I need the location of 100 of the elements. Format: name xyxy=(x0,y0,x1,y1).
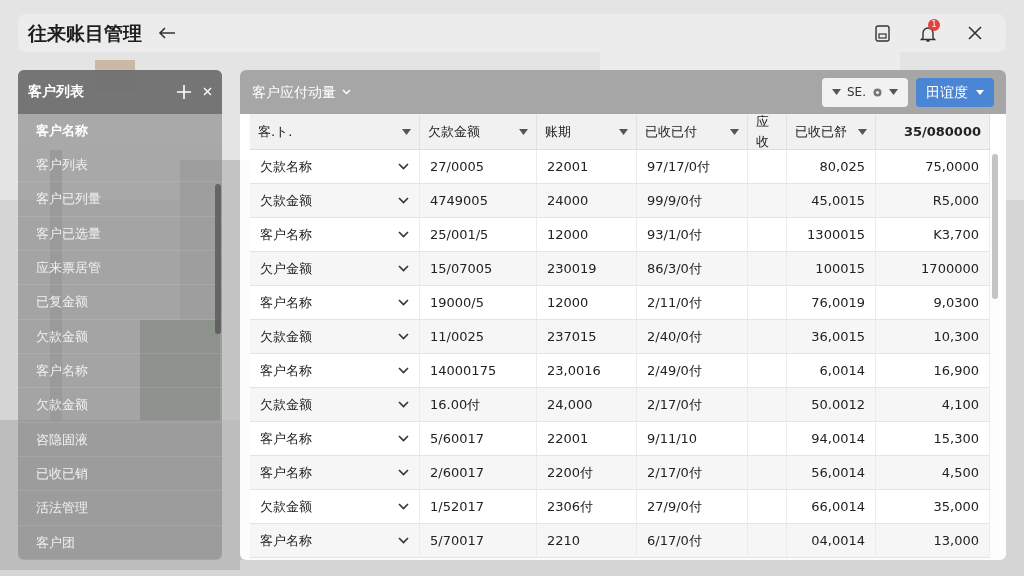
window-title: 往来账目管理 xyxy=(28,20,142,46)
chevron-icon[interactable] xyxy=(398,333,409,340)
sort-caret-icon xyxy=(730,128,739,135)
table-cell-text: 36,0015 xyxy=(811,327,865,346)
table-cell-text: 100015 xyxy=(815,259,865,278)
sort-caret-icon xyxy=(519,128,528,135)
table-cell-text: 14000175 xyxy=(430,361,497,380)
sidebar-item[interactable]: 咨隐固液 xyxy=(18,422,222,458)
table-cell-text: 客户名称 xyxy=(260,463,312,482)
chevron-icon[interactable] xyxy=(398,435,409,442)
chevron-icon[interactable] xyxy=(398,537,409,544)
sidebar-item[interactable]: 欠款金额 xyxy=(18,388,222,423)
table-cell-text: 5/60017 xyxy=(430,429,484,448)
table-cell-text: 50.0012 xyxy=(811,395,865,414)
table-cell-text: 23,0016 xyxy=(547,361,601,380)
table-cell-text: 76,0019 xyxy=(811,293,865,312)
chevron-icon[interactable] xyxy=(398,401,409,408)
back-arrow-icon[interactable] xyxy=(158,27,176,39)
table-cell-text: 2/17/0付 xyxy=(647,463,702,482)
chevron-icon[interactable] xyxy=(398,265,409,272)
chevron-icon[interactable] xyxy=(398,163,409,170)
table-cell-text: 1/52017 xyxy=(430,497,484,516)
table-cell-text: 15,300 xyxy=(933,429,979,448)
table-cell-text: R5,000 xyxy=(932,191,979,210)
table-cell-text: 10,300 xyxy=(933,327,979,346)
table-cell-text: 2210 xyxy=(547,531,581,550)
table-cell-text: 11/0025 xyxy=(430,327,484,346)
chevron-icon[interactable] xyxy=(398,197,409,204)
filter-dropdown[interactable]: SE. xyxy=(822,77,908,107)
sidebar-item[interactable]: 客户列表 xyxy=(18,148,222,183)
table-cell-text: 4,100 xyxy=(941,395,979,414)
chevron-icon[interactable] xyxy=(398,299,409,306)
column-header[interactable]: 已收已付 xyxy=(637,114,748,149)
chevron-icon[interactable] xyxy=(398,503,409,510)
table-cell-text: 2/17/0付 xyxy=(647,395,702,414)
column-header[interactable]: 账期 xyxy=(537,114,637,149)
caret-icon xyxy=(832,89,841,95)
table-cell-text: 15/07005 xyxy=(430,259,493,278)
table-cell-text: 客户名称 xyxy=(260,361,312,380)
sidebar-item[interactable]: 客户团 xyxy=(18,525,222,560)
table-cell-text: 94,0014 xyxy=(811,429,865,448)
table-cell-text: 客户名称 xyxy=(260,531,312,550)
close-icon[interactable] xyxy=(968,26,982,40)
table-cell-text: 6/17/0付 xyxy=(647,531,702,550)
bell-icon[interactable] xyxy=(920,25,936,43)
table-cell-text: 56,0014 xyxy=(811,463,865,482)
table-cell-text: 客户名称 xyxy=(260,429,312,448)
sidebar-item[interactable]: 客户名称 xyxy=(18,354,222,389)
table-cell-text: 22001 xyxy=(547,429,589,448)
caret-icon xyxy=(889,89,898,95)
sidebar-item[interactable]: 已收已销 xyxy=(18,457,222,492)
panel-title: 客户应付动量 xyxy=(252,82,336,102)
table-cell-text: 客户名称 xyxy=(260,225,312,244)
table-cell-text: 99/9/0付 xyxy=(647,191,702,210)
table-cell-text: 客户名称 xyxy=(260,293,312,312)
table-cell-text: 4749005 xyxy=(430,191,488,210)
table-cell-text: 4,500 xyxy=(941,463,979,482)
add-icon[interactable] xyxy=(177,84,191,99)
column-header[interactable]: 应收 xyxy=(748,114,787,149)
table-cell-text: 2306付 xyxy=(547,497,594,516)
table-cell-text: 45,0015 xyxy=(811,191,865,210)
sidebar-title: 客户列表 xyxy=(28,82,84,102)
table-cell-text: 欠款金额 xyxy=(260,327,312,346)
chevron-icon[interactable] xyxy=(398,469,409,476)
table-cell-text: K3,700 xyxy=(933,225,979,244)
table-cell-text: 欠款金额 xyxy=(260,395,312,414)
sidebar-item[interactable]: 活法管理 xyxy=(18,491,222,526)
table-cell-text: 25/001/5 xyxy=(430,225,489,244)
table-cell-text: 12000 xyxy=(547,225,589,244)
table-cell-text: 13,000 xyxy=(933,531,979,550)
table-cell-text: 2/60017 xyxy=(430,463,484,482)
table-cell-text: 2/11/0付 xyxy=(647,293,702,312)
column-header[interactable]: 欠款金额 xyxy=(420,114,537,149)
view-button[interactable]: 田谊度 xyxy=(916,77,994,107)
scrollbar[interactable] xyxy=(215,184,221,334)
table-cell-text: 欠款金额 xyxy=(260,191,312,210)
column-header[interactable]: 已收已舒 xyxy=(787,114,876,149)
table-cell-text: 66,0014 xyxy=(811,497,865,516)
table-cell-text: 237015 xyxy=(547,327,597,346)
table-cell-text: 9,0300 xyxy=(933,293,979,312)
column-header[interactable]: 客.ト. xyxy=(250,114,420,149)
table-cell-text: 欠款金额 xyxy=(260,497,312,516)
scrollbar[interactable] xyxy=(992,154,998,299)
table-cell-text: 24000 xyxy=(547,191,589,210)
chevron-icon[interactable] xyxy=(398,367,409,374)
table-cell-text: 230019 xyxy=(547,259,597,278)
sort-caret-icon xyxy=(619,128,628,135)
table-cell-text: 93/1/0付 xyxy=(647,225,702,244)
table-cell-text: 12000 xyxy=(547,293,589,312)
gear-icon xyxy=(872,86,883,98)
table-cell-text: 19000/5 xyxy=(430,293,484,312)
table-cell-text: 27/9/0付 xyxy=(647,497,702,516)
column-header[interactable]: 35/080000 xyxy=(876,114,990,149)
table-cell-text: 22001 xyxy=(547,157,589,176)
table-cell-text: 35,000 xyxy=(933,497,979,516)
document-icon[interactable] xyxy=(875,24,890,42)
chevron-icon[interactable] xyxy=(398,231,409,238)
table-cell-text: 80,025 xyxy=(819,157,865,176)
table-cell-text: 欠户金额 xyxy=(260,259,312,278)
table-cell-text: 24,000 xyxy=(547,395,593,414)
